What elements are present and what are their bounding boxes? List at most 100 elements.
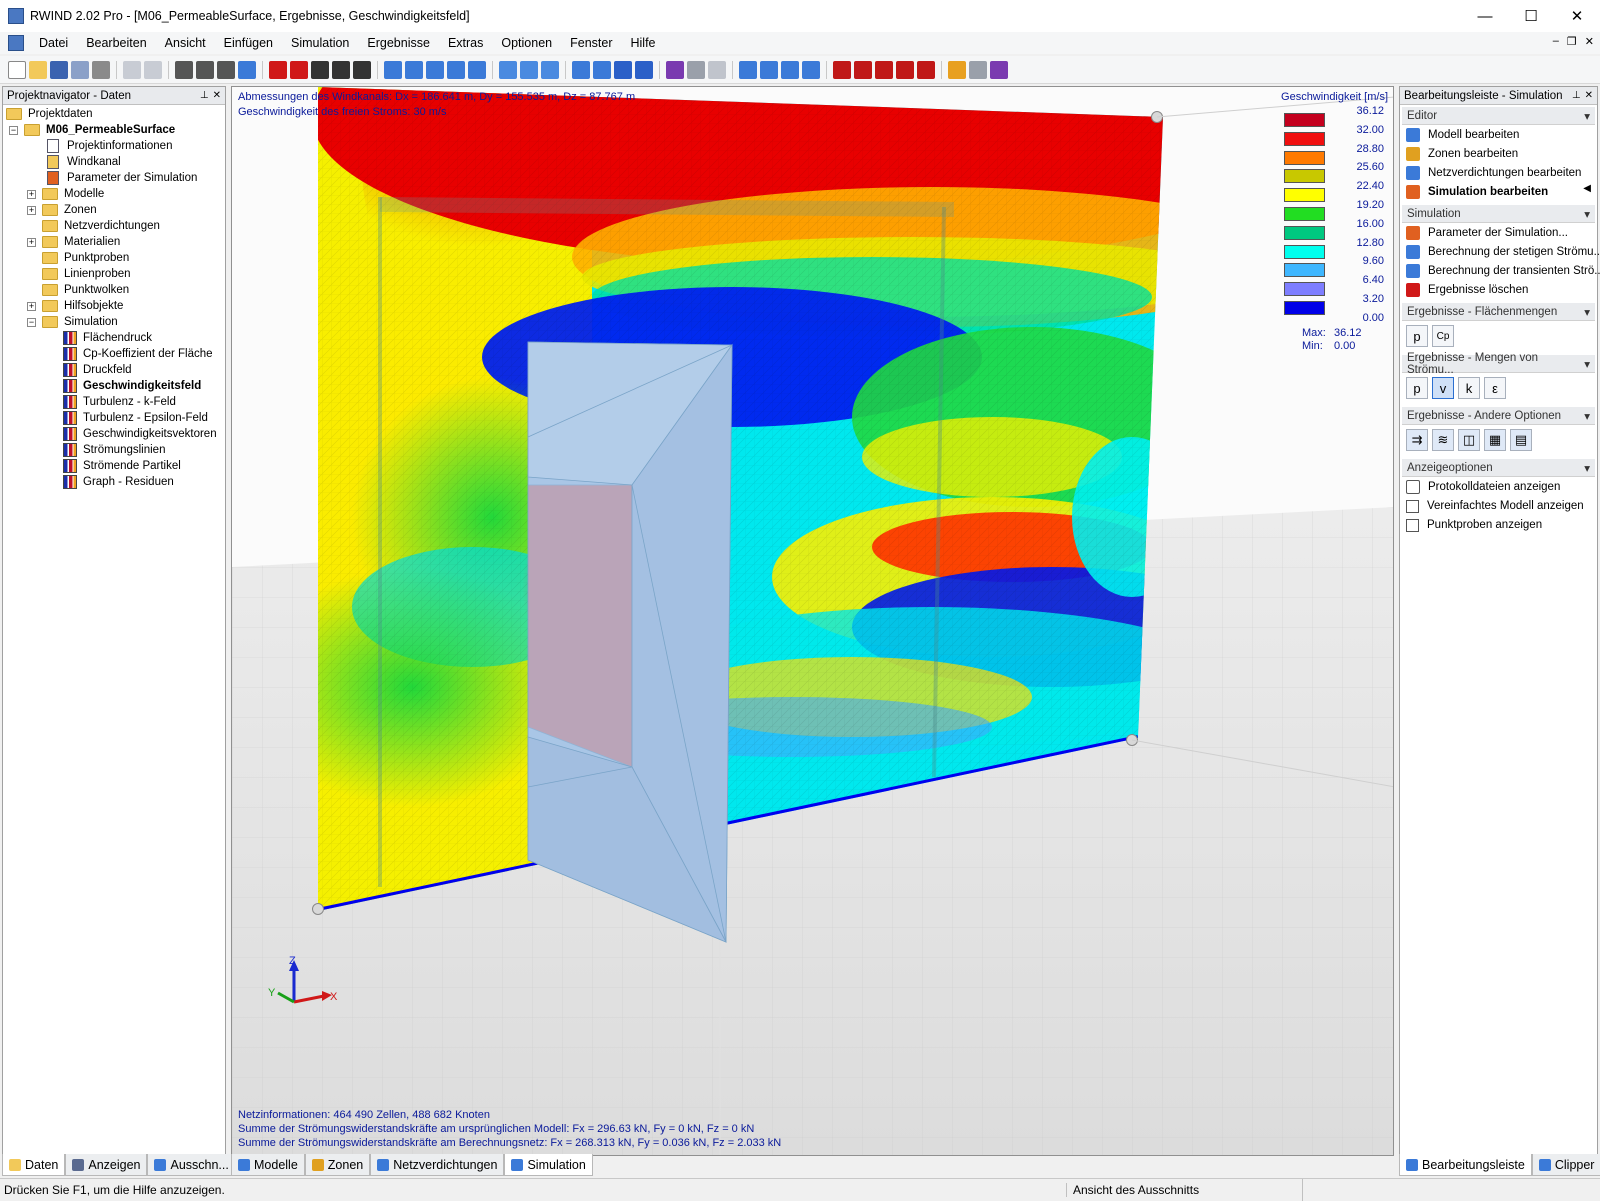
select-all-icon[interactable]	[175, 60, 193, 79]
display-options-header[interactable]: Anzeigeoptionen ▾	[1402, 459, 1595, 477]
vector-icon[interactable]	[687, 60, 705, 79]
expand-icon[interactable]: +	[27, 237, 36, 247]
model-red-icon[interactable]	[269, 60, 287, 79]
tree-item-windkanal[interactable]: Windkanal	[45, 154, 121, 170]
mdi-restore-icon[interactable]: ❐	[1567, 35, 1577, 48]
tab-zonen[interactable]: Zonen	[304, 1154, 371, 1176]
legend-icon[interactable]	[739, 60, 757, 79]
minimize-button[interactable]: —	[1462, 0, 1508, 32]
check-icon[interactable]	[990, 60, 1008, 79]
simulation-section-header[interactable]: Simulation ▾	[1402, 205, 1595, 223]
surface-icon[interactable]	[760, 60, 778, 79]
edit-zones-item[interactable]: Zonen bearbeiten	[1406, 145, 1518, 163]
tab-anzeigen[interactable]: Anzeigen	[65, 1154, 148, 1176]
mesh-icon[interactable]	[311, 60, 329, 79]
tree-item-projektinformationen[interactable]: Projektinformationen	[45, 138, 172, 154]
streamlines-icon[interactable]: ≋	[1432, 429, 1454, 451]
plane-icon[interactable]	[854, 60, 872, 79]
tree-result-residuen[interactable]: Graph - Residuen	[61, 474, 174, 490]
flow-pressure-button[interactable]: p	[1406, 377, 1428, 399]
menu-einfuegen[interactable]: Einfügen	[215, 36, 282, 50]
menu-hilfe[interactable]: Hilfe	[622, 36, 665, 50]
collapse-icon[interactable]: −	[9, 125, 18, 135]
new-file-icon[interactable]	[8, 60, 26, 79]
steady-flow-item[interactable]: Berechnung der stetigen Strömu...	[1406, 243, 1600, 261]
warning-icon[interactable]	[948, 60, 966, 79]
pin-icon[interactable]: ⊥	[200, 90, 209, 101]
tree-result-druckfeld[interactable]: Druckfeld	[61, 362, 132, 378]
box-icon[interactable]	[572, 60, 590, 79]
tab-modelle[interactable]: Modelle	[231, 1154, 305, 1176]
view-side-icon[interactable]	[426, 60, 444, 79]
refresh-icon[interactable]	[520, 60, 538, 79]
menu-simulation[interactable]: Simulation	[282, 36, 358, 50]
tree-item-materialien[interactable]: + Materialien	[27, 234, 120, 250]
edit-model-item[interactable]: Modell bearbeiten	[1406, 126, 1519, 144]
flow-results-header[interactable]: Ergebnisse - Mengen von Strömu... ▾	[1402, 352, 1595, 376]
mesh3-icon[interactable]	[353, 60, 371, 79]
box-select-icon[interactable]	[593, 60, 611, 79]
view-front-icon[interactable]	[405, 60, 423, 79]
expand-icon[interactable]: +	[27, 301, 36, 311]
zoom-all-icon[interactable]	[468, 60, 486, 79]
mdi-minimize-icon[interactable]: –	[1553, 35, 1559, 48]
menu-ergebnisse[interactable]: Ergebnisse	[358, 36, 439, 50]
flow-epsilon-button[interactable]: ε	[1484, 377, 1506, 399]
simulation-parameters-item[interactable]: Parameter der Simulation...	[1406, 224, 1568, 242]
tools-icon[interactable]	[969, 60, 987, 79]
tab-ausschnitte[interactable]: Ausschn...	[147, 1154, 236, 1176]
tree-result-geschwindigkeitsfeld[interactable]: Geschwindigkeitsfeld	[61, 378, 201, 394]
maximize-button[interactable]: ☐	[1508, 0, 1554, 32]
arrow-dropdown-icon[interactable]	[614, 60, 632, 79]
save-icon[interactable]	[50, 60, 68, 79]
menu-ansicht[interactable]: Ansicht	[156, 36, 215, 50]
clipboard-icon[interactable]	[802, 60, 820, 79]
menu-fenster[interactable]: Fenster	[561, 36, 621, 50]
tab-clipper[interactable]: Clipper	[1531, 1154, 1600, 1176]
particles-icon[interactable]: ◫	[1458, 429, 1480, 451]
tree-result-cp[interactable]: Cp-Koeffizient der Fläche	[61, 346, 213, 362]
tree-root[interactable]: Projektdaten	[6, 106, 93, 122]
mesh2-icon[interactable]	[332, 60, 350, 79]
tree-result-flaechendruck[interactable]: Flächendruck	[61, 330, 152, 346]
tree-result-partikel[interactable]: Strömende Partikel	[61, 458, 181, 474]
tree-item-hilfsobjekte[interactable]: + Hilfsobjekte	[27, 298, 123, 314]
simplified-model-checkbox[interactable]	[1406, 499, 1419, 513]
reload-icon[interactable]	[541, 60, 559, 79]
menu-optionen[interactable]: Optionen	[492, 36, 561, 50]
surface-results-header[interactable]: Ergebnisse - Flächenmengen ▾	[1402, 303, 1595, 321]
tree-result-k-feld[interactable]: Turbulenz - k-Feld	[61, 394, 176, 410]
residuals-graph-icon[interactable]: ▦	[1484, 429, 1506, 451]
print-preview-icon[interactable]	[71, 60, 89, 79]
tree-item-punktwolken[interactable]: Punktwolken	[42, 282, 129, 298]
select-window-icon[interactable]	[196, 60, 214, 79]
other-options-header[interactable]: Ergebnisse - Andere Optionen ▾	[1402, 407, 1595, 425]
tree-item-modelle[interactable]: + Modelle	[27, 186, 104, 202]
menu-datei[interactable]: Datei	[30, 36, 77, 50]
simplified-model-option[interactable]: Vereinfachtes Modell anzeigen	[1406, 497, 1584, 515]
tree-item-netzverdichtungen[interactable]: Netzverdichtungen	[42, 218, 160, 234]
print-icon[interactable]	[92, 60, 110, 79]
mdi-close-icon[interactable]: ✕	[1585, 35, 1594, 48]
tree-result-epsilon-feld[interactable]: Turbulenz - Epsilon-Feld	[61, 410, 208, 426]
close-icon[interactable]: ✕	[213, 90, 221, 101]
split-icon[interactable]	[917, 60, 935, 79]
show-log-files-item[interactable]: Protokolldateien anzeigen	[1406, 478, 1560, 496]
close-button[interactable]: ✕	[1554, 0, 1600, 32]
delete-results-item[interactable]: Ergebnisse löschen	[1406, 281, 1528, 299]
pen-icon[interactable]	[666, 60, 684, 79]
tab-netzverdichtungen[interactable]: Netzverdichtungen	[370, 1154, 505, 1176]
point-probes-checkbox[interactable]	[1406, 518, 1419, 532]
viewport-3d[interactable]: Z X Y Abmessungen des Windkanals: Dx = 1…	[231, 86, 1394, 1156]
flow-velocity-button[interactable]: v	[1432, 377, 1454, 399]
tree-item-zonen[interactable]: + Zonen	[27, 202, 97, 218]
expand-icon[interactable]: +	[27, 205, 36, 215]
rotate-icon[interactable]	[499, 60, 517, 79]
tree-result-vektoren[interactable]: Geschwindigkeitsvektoren	[61, 426, 217, 442]
flow-k-button[interactable]: k	[1458, 377, 1480, 399]
cube-icon[interactable]	[833, 60, 851, 79]
pin-icon[interactable]: ⊥	[1572, 90, 1581, 101]
open-folder-icon[interactable]	[29, 60, 47, 79]
model-red2-icon[interactable]	[290, 60, 308, 79]
tree-project[interactable]: − M06_PermeableSurface	[9, 122, 175, 138]
